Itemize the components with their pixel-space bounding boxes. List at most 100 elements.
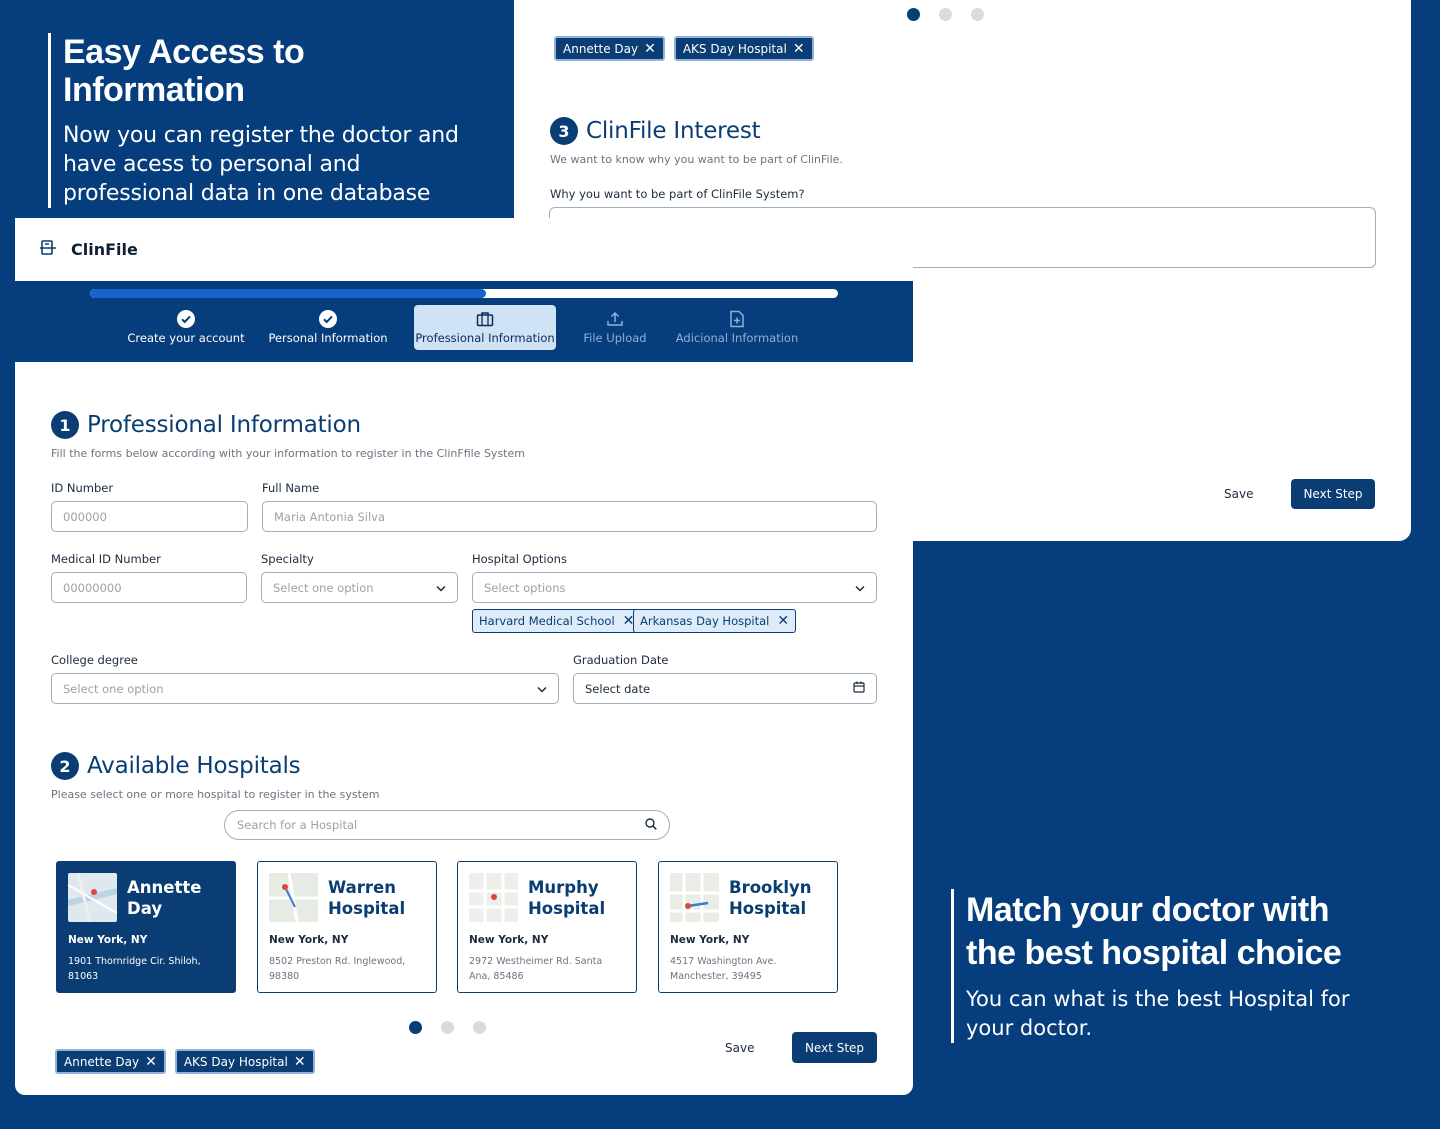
college-degree-label: College degree [51,653,138,667]
section-number: 3 [550,117,578,145]
briefcase-icon [476,310,494,328]
close-icon[interactable]: ✕ [793,42,805,56]
hospital-city: New York, NY [469,934,549,946]
map-thumbnail-icon [68,873,117,922]
save-button[interactable]: Save [725,1041,754,1055]
professional-heading: 1 Professional Information [51,411,361,439]
medical-id-label: Medical ID Number [51,552,161,566]
step-label: Personal Information [268,331,388,345]
close-icon[interactable]: ✕ [777,613,789,629]
chip-label: AKS Day Hospital [682,41,787,56]
carousel-dot[interactable] [939,8,952,21]
step-file-upload[interactable]: File Upload [580,305,650,350]
carousel-dots-top [907,8,984,21]
step-label: Create your account [127,331,245,345]
progress-bar [90,289,838,298]
file-logo-icon [39,239,57,261]
date-value: Select date [585,681,651,696]
full-name-label: Full Name [262,481,320,495]
section-subtitle: Fill the forms below according with your… [51,447,525,460]
close-icon[interactable]: ✕ [644,42,656,56]
section-number: 1 [51,411,79,439]
hospital-options-label: Hospital Options [472,552,567,566]
input-placeholder: 00000000 [63,580,122,595]
hospital-name: Annette Day [127,877,202,918]
section-title: Professional Information [87,412,361,438]
promo-bottom: Match your doctor with the best hospital… [951,889,1381,1043]
hospital-card-brooklyn[interactable]: Brooklyn Hospital New York, NY 4517 Wash… [658,861,838,993]
map-thumbnail-icon [269,873,318,922]
tag-label: Arkansas Day Hospital [640,614,770,628]
carousel-dot[interactable] [441,1021,454,1034]
interest-heading: 3 ClinFile Interest [550,117,761,145]
next-step-button[interactable]: Next Step [792,1032,877,1063]
promo-bottom-body: You can what is the best Hospital for yo… [966,987,1350,1040]
app-header: ClinFile [15,218,913,281]
tag-label: Harvard Medical School [479,614,615,628]
registration-card: ClinFile Create your account Personal In… [15,218,913,1095]
close-icon[interactable]: ✕ [294,1055,306,1069]
chevron-down-icon [855,581,865,595]
next-step-button[interactable]: Next Step [1291,479,1375,509]
app-brand: ClinFile [71,240,138,259]
section-number: 2 [51,752,79,780]
selected-chips-top: Annette Day ✕ AKS Day Hospital ✕ [554,36,814,61]
search-placeholder: Search for a Hospital [237,818,358,832]
selected-chip: Annette Day ✕ [554,36,665,61]
promo-top-title: Easy Access to Information [63,33,305,110]
hospital-name: Warren Hospital [328,877,406,918]
hospital-card-warren[interactable]: Warren Hospital New York, NY 8502 Presto… [257,861,437,993]
hospital-address: 4517 Washington Ave. Manchester, 39495 [670,956,777,982]
selected-chip: Annette Day ✕ [55,1049,166,1074]
hospitals-heading: 2 Available Hospitals [51,752,301,780]
carousel-dot[interactable] [473,1021,486,1034]
id-number-label: ID Number [51,481,114,495]
college-degree-select[interactable]: Select one option [51,673,559,704]
promo-bottom-title: Match your doctor with the best hospital… [966,891,1342,972]
search-icon[interactable] [645,817,657,833]
graduation-date-input[interactable]: Select date [573,673,877,704]
graduation-date-label: Graduation Date [573,653,669,667]
carousel-dot[interactable] [409,1021,422,1034]
step-label: File Upload [583,331,647,345]
carousel-dot[interactable] [971,8,984,21]
chip-label: Annette Day [64,1054,140,1069]
hospital-search[interactable]: Search for a Hospital [224,810,670,840]
section-title: Available Hospitals [87,753,301,779]
hospital-card-annette-day[interactable]: Annette Day New York, NY 1901 Thornridge… [56,861,236,993]
step-create-account[interactable]: Create your account [127,305,245,350]
specialty-select[interactable]: Select one option [261,572,458,603]
hospital-name: Brooklyn Hospital [729,877,812,918]
step-personal-information[interactable]: Personal Information [267,305,389,350]
file-plus-icon [729,310,745,328]
stepper: Create your account Personal Information… [15,281,913,362]
hospital-options-select[interactable]: Select options [472,572,877,603]
hospital-card-murphy[interactable]: Murphy Hospital New York, NY 2972 Westhe… [457,861,637,993]
check-circle-icon [177,310,195,328]
close-icon[interactable]: ✕ [145,1055,157,1069]
promo-top: Easy Access to Information Now you can r… [48,33,488,209]
step-adicional-information[interactable]: Adicional Information [675,305,799,350]
select-placeholder: Select one option [273,580,374,595]
id-number-input[interactable]: 000000 [51,501,248,532]
save-button[interactable]: Save [1224,487,1253,501]
hospital-city: New York, NY [68,934,148,946]
section-subtitle: Please select one or more hospital to re… [51,788,380,801]
input-placeholder: 000000 [63,509,107,524]
map-thumbnail-icon [469,873,518,922]
section-title: ClinFile Interest [586,118,761,144]
specialty-label: Specialty [261,552,314,566]
step-professional-information[interactable]: Professional Information [414,305,556,350]
hospital-tag: Arkansas Day Hospital ✕ [633,609,797,633]
full-name-input[interactable]: Maria Antonia Silva [262,501,877,532]
chevron-down-icon [537,682,547,696]
selected-chips-bottom: Annette Day ✕ AKS Day Hospital ✕ [55,1049,315,1074]
selected-chip: AKS Day Hospital ✕ [673,36,814,61]
hospital-name: Murphy Hospital [528,877,606,918]
map-thumbnail-icon [670,873,719,922]
medical-id-input[interactable]: 00000000 [51,572,247,603]
hospital-address: 2972 Westheimer Rd. Santa Ana, 85486 [469,956,603,982]
carousel-dot[interactable] [907,8,920,21]
calendar-icon[interactable] [853,681,865,696]
chip-label: Annette Day [563,41,639,56]
